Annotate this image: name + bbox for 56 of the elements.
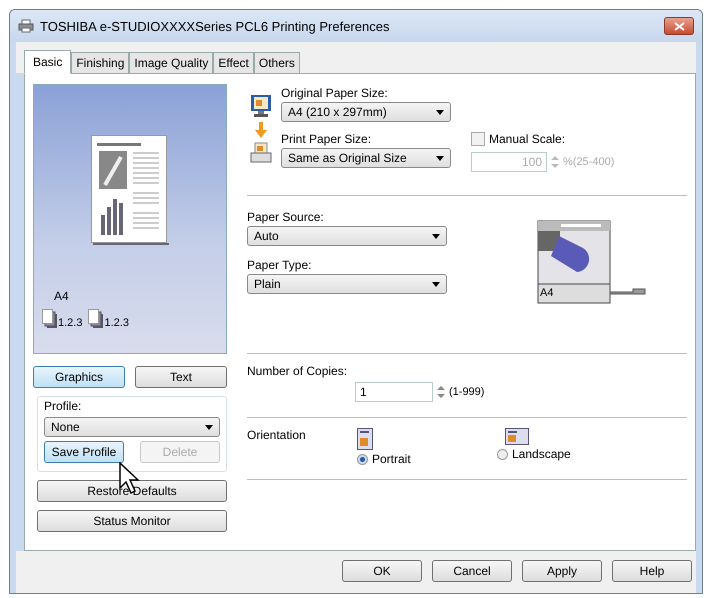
close-button[interactable]	[664, 17, 694, 35]
tab[interactable]: Others	[254, 52, 300, 73]
dialog-button[interactable]: Cancel	[432, 560, 512, 582]
original-size-dropdown[interactable]: A4 (210 x 297mm)	[281, 102, 451, 122]
profile-dropdown[interactable]: None	[44, 417, 220, 437]
collate-label: 1.2.3	[104, 317, 129, 329]
copies-field[interactable]: 1	[355, 382, 433, 402]
paper-source-dropdown[interactable]: Auto	[247, 226, 447, 246]
page-stack-icon	[42, 309, 58, 329]
spinner-icon	[437, 384, 445, 400]
dialog-button[interactable]: Apply	[522, 560, 602, 582]
down-arrow-icon	[255, 122, 267, 138]
spinner-icon	[551, 154, 559, 170]
portrait-page-icon	[357, 428, 373, 450]
paper-type-label: Paper Type:	[247, 258, 312, 272]
paper-type-dropdown[interactable]: Plain	[247, 274, 447, 294]
profile-button[interactable]: Save Profile	[44, 441, 124, 463]
printer-icon	[18, 19, 34, 33]
orientation-label: Orientation	[247, 428, 307, 442]
view-button[interactable]: Text	[135, 366, 227, 388]
original-size-label: Original Paper Size:	[281, 86, 389, 100]
printer-icon	[250, 142, 272, 164]
orientation-option-label: Landscape	[512, 447, 571, 461]
orientation-option-label: Portrait	[372, 452, 411, 466]
caret-icon	[436, 110, 444, 114]
monitor-icon	[250, 94, 272, 118]
view-button[interactable]: Graphics	[33, 366, 125, 388]
tab[interactable]: Basic	[24, 50, 72, 74]
dialog-button[interactable]: OK	[342, 560, 422, 582]
tab[interactable]: Image Quality	[129, 52, 214, 73]
copies-label: Number of Copies:	[247, 364, 348, 378]
caret-icon	[205, 424, 213, 430]
side-button[interactable]: Status Monitor	[37, 510, 227, 532]
profile-label: Profile:	[44, 399, 82, 413]
page-stack-icon	[88, 309, 104, 329]
copies-range-label: (1-999)	[449, 386, 484, 398]
paper-source-label: Paper Source:	[247, 210, 325, 224]
print-size-dropdown[interactable]: Same as Original Size	[281, 148, 451, 168]
dialog-button[interactable]: Help	[612, 560, 692, 582]
caret-icon	[432, 234, 440, 238]
orientation-radio[interactable]	[357, 454, 368, 464]
scale-range-label: %(25-400)	[563, 156, 614, 168]
caret-icon	[436, 156, 444, 160]
tray-label: A4	[540, 287, 554, 299]
collate-label: 1.2.3	[58, 317, 82, 329]
tab[interactable]: Finishing	[71, 52, 130, 73]
side-button[interactable]: Restore Defaults	[37, 480, 227, 502]
print-size-label: Print Paper Size:	[281, 132, 372, 146]
landscape-page-icon	[505, 428, 529, 445]
orientation-radio[interactable]	[497, 448, 508, 460]
paper-size-label: A4	[53, 289, 70, 303]
manual-scale-label: Manual Scale:	[489, 132, 566, 146]
tab[interactable]: Effect	[213, 52, 254, 73]
caret-icon	[432, 282, 440, 286]
close-icon	[674, 22, 684, 30]
window-title: TOSHIBA e-STUDIOXXXXSeries PCL6 Printing Preferences	[40, 18, 390, 34]
